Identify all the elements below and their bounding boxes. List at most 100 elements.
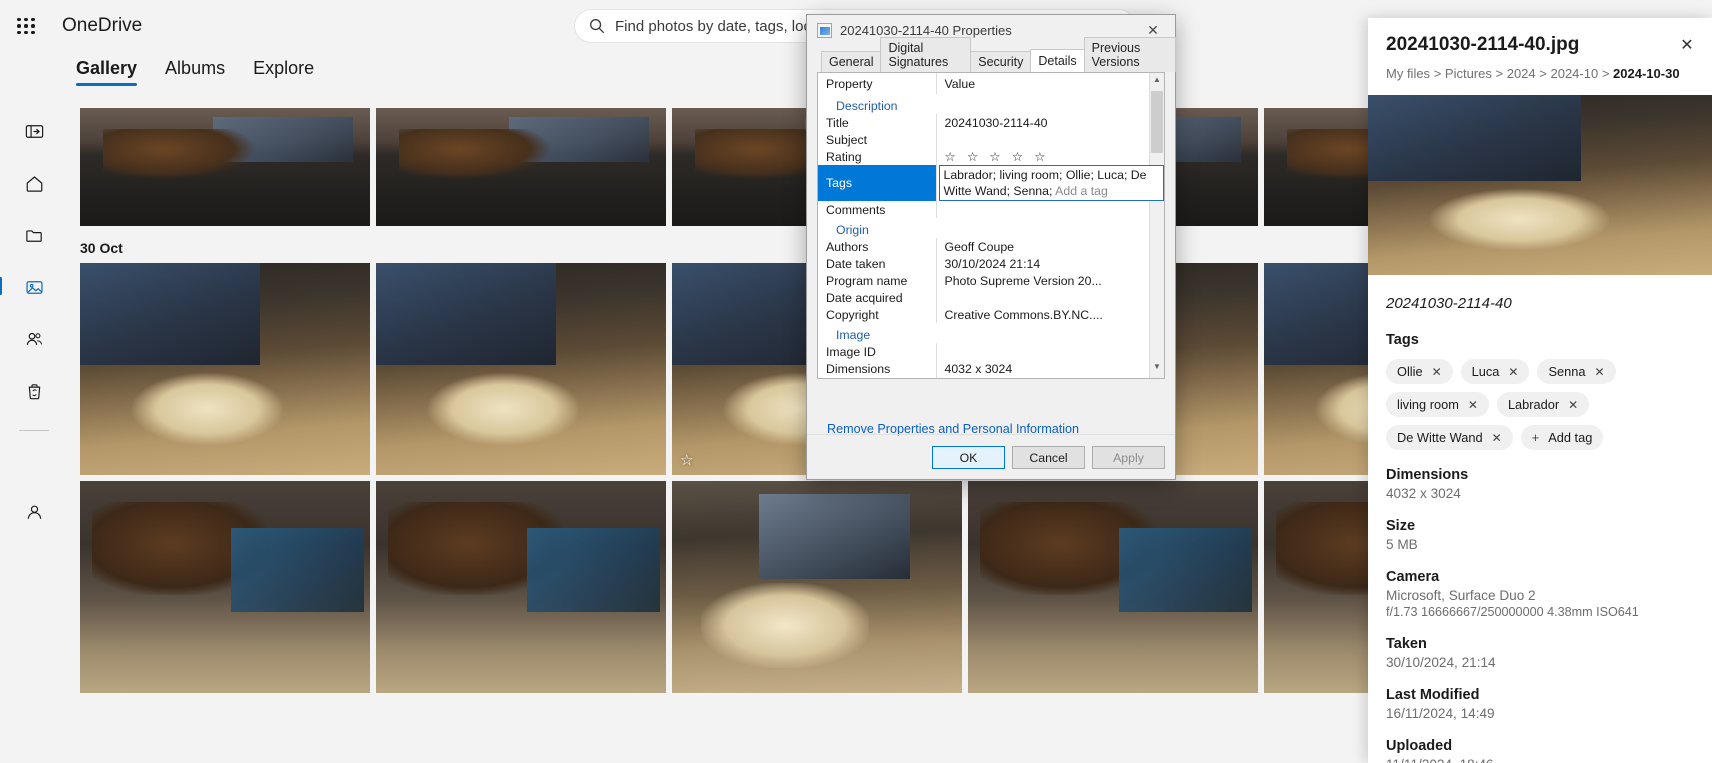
tags-placeholder[interactable]: Add a tag bbox=[1055, 184, 1108, 198]
photo-thumbnail[interactable] bbox=[80, 481, 370, 693]
sidebar-item-home[interactable] bbox=[14, 166, 54, 200]
table-row[interactable]: Dimensions 4032 x 3024 bbox=[818, 360, 1164, 377]
image-file-icon bbox=[817, 22, 832, 38]
star-outline-icon[interactable]: ☆ bbox=[680, 451, 693, 469]
scrollbar-thumb[interactable] bbox=[1151, 91, 1163, 153]
photo-thumbnail[interactable] bbox=[80, 263, 370, 475]
sidebar-item-account[interactable] bbox=[14, 495, 54, 529]
details-property-list[interactable]: Property Value Description Title 2024103… bbox=[817, 72, 1165, 379]
home-icon bbox=[26, 175, 42, 192]
photo-thumbnail[interactable] bbox=[672, 481, 962, 693]
photo-thumbnail[interactable] bbox=[80, 108, 370, 226]
close-panel-button[interactable]: ✕ bbox=[1672, 30, 1702, 60]
photos-icon bbox=[25, 280, 43, 294]
close-icon[interactable]: ✕ bbox=[1468, 398, 1478, 412]
prop-rating: Rating bbox=[818, 148, 937, 165]
tab-general[interactable]: General bbox=[821, 51, 882, 72]
tags-cell[interactable]: Labrador; living room; Ollie; Luca; De W… bbox=[936, 165, 1164, 201]
dialog-close-button[interactable]: ✕ bbox=[1131, 15, 1175, 45]
cancel-button[interactable]: Cancel bbox=[1012, 446, 1085, 469]
tab-explore[interactable]: Explore bbox=[253, 58, 314, 86]
tag-chip[interactable]: Senna ✕ bbox=[1537, 359, 1616, 384]
sidebar-item-my-files[interactable] bbox=[14, 218, 54, 252]
tag-chip[interactable]: Luca ✕ bbox=[1460, 359, 1530, 384]
table-row[interactable]: Copyright Creative Commons.BY.NC.... bbox=[818, 306, 1164, 323]
photo-thumbnail[interactable] bbox=[968, 481, 1258, 693]
breadcrumb-current[interactable]: 2024-10-30 bbox=[1613, 66, 1680, 81]
tab-security[interactable]: Security bbox=[970, 51, 1032, 72]
sidebar-item-toggle-nav[interactable] bbox=[14, 114, 54, 148]
add-tag-button[interactable]: + Add tag bbox=[1520, 425, 1604, 450]
tags-editor[interactable]: Labrador; living room; Ollie; Luca; De W… bbox=[938, 165, 1164, 201]
breadcrumb-item-2024-10[interactable]: 2024-10 bbox=[1550, 66, 1598, 81]
value-date-taken[interactable]: 30/10/2024 21:14 bbox=[936, 255, 1164, 272]
table-row[interactable]: Date acquired bbox=[818, 289, 1164, 306]
value-copyright[interactable]: Creative Commons.BY.NC.... bbox=[936, 306, 1164, 323]
tag-chip[interactable]: Labrador ✕ bbox=[1496, 392, 1590, 417]
date-group-label: 30 Oct bbox=[80, 240, 123, 256]
file-info-panel: 20241030-2114-40.jpg My files > Pictures… bbox=[1368, 18, 1712, 763]
table-row[interactable]: Title 20241030-2114-40 bbox=[818, 114, 1164, 131]
photo-preview[interactable] bbox=[1368, 95, 1712, 275]
prop-authors: Authors bbox=[818, 238, 937, 255]
value-dimensions[interactable]: 4032 x 3024 bbox=[936, 360, 1164, 377]
brand-name[interactable]: OneDrive bbox=[62, 15, 142, 37]
photo-thumbnail[interactable] bbox=[376, 108, 666, 226]
value-authors[interactable]: Geoff Coupe bbox=[936, 238, 1164, 255]
tab-digital-signatures[interactable]: Digital Signatures bbox=[880, 37, 972, 72]
value-program-name[interactable]: Photo Supreme Version 20... bbox=[936, 272, 1164, 289]
sidebar-item-shared[interactable] bbox=[14, 322, 54, 356]
value-subject[interactable] bbox=[936, 131, 1164, 148]
meta-value-uploaded: 11/11/2024, 18:46 bbox=[1386, 757, 1694, 763]
table-row[interactable]: Date taken 30/10/2024 21:14 bbox=[818, 255, 1164, 272]
breadcrumb-item-pictures[interactable]: Pictures bbox=[1445, 66, 1492, 81]
table-row[interactable]: Width 4032 pixels bbox=[818, 377, 1164, 378]
properties-dialog: 20241030-2114-40 Properties ✕ General Di… bbox=[806, 14, 1176, 480]
prop-tags[interactable]: Tags bbox=[818, 165, 937, 201]
tag-chip[interactable]: Ollie ✕ bbox=[1386, 359, 1453, 384]
breadcrumb-item-2024[interactable]: 2024 bbox=[1507, 66, 1536, 81]
info-panel-body: 20241030-2114-40 Tags Ollie ✕ Luca ✕ Sen… bbox=[1368, 275, 1712, 763]
close-icon[interactable]: ✕ bbox=[1432, 365, 1442, 379]
table-row[interactable]: Image ID bbox=[818, 343, 1164, 360]
ok-button[interactable]: OK bbox=[932, 446, 1005, 469]
tag-chip[interactable]: living room ✕ bbox=[1386, 392, 1489, 417]
scroll-up-icon[interactable]: ▲ bbox=[1151, 75, 1163, 89]
value-comments[interactable] bbox=[936, 201, 1164, 218]
breadcrumb-item-my-files[interactable]: My files bbox=[1386, 66, 1430, 81]
table-row[interactable]: Subject bbox=[818, 131, 1164, 148]
scroll-down-icon[interactable]: ▼ bbox=[1151, 362, 1163, 376]
sidebar-item-photos[interactable] bbox=[0, 270, 54, 304]
close-icon[interactable]: ✕ bbox=[1508, 365, 1518, 379]
tab-details[interactable]: Details bbox=[1030, 49, 1085, 72]
info-panel-header: 20241030-2114-40.jpg My files > Pictures… bbox=[1368, 18, 1712, 81]
app-launcher-icon[interactable] bbox=[8, 8, 44, 44]
value-width[interactable]: 4032 pixels bbox=[936, 377, 1164, 378]
close-icon[interactable]: ✕ bbox=[1595, 365, 1605, 379]
prop-program-name: Program name bbox=[818, 272, 937, 289]
tab-gallery[interactable]: Gallery bbox=[76, 58, 138, 86]
rating-stars[interactable]: ☆ ☆ ☆ ☆ ☆ bbox=[936, 148, 1164, 165]
table-row[interactable]: Comments bbox=[818, 201, 1164, 218]
group-header-description: Description bbox=[818, 94, 1164, 114]
close-icon[interactable]: ✕ bbox=[1492, 431, 1502, 445]
value-title[interactable]: 20241030-2114-40 bbox=[936, 114, 1164, 131]
table-row[interactable]: Authors Geoff Coupe bbox=[818, 238, 1164, 255]
apply-button[interactable]: Apply bbox=[1092, 446, 1165, 469]
table-row[interactable]: Program name Photo Supreme Version 20... bbox=[818, 272, 1164, 289]
table-row-tags[interactable]: Tags Labrador; living room; Ollie; Luca;… bbox=[818, 165, 1164, 201]
details-scrollbar[interactable]: ▲ ▼ bbox=[1149, 73, 1164, 378]
tab-albums[interactable]: Albums bbox=[165, 58, 225, 86]
group-header-image: Image bbox=[818, 323, 1164, 343]
close-icon[interactable]: ✕ bbox=[1568, 398, 1578, 412]
value-image-id[interactable] bbox=[936, 343, 1164, 360]
tag-chip[interactable]: De Witte Wand ✕ bbox=[1386, 425, 1513, 450]
photo-thumbnail[interactable] bbox=[376, 263, 666, 475]
file-name-label: 20241030-2114-40 bbox=[1386, 295, 1512, 312]
folder-icon bbox=[25, 229, 42, 242]
group-label: Origin bbox=[836, 223, 869, 237]
photo-thumbnail[interactable] bbox=[376, 481, 666, 693]
table-row[interactable]: Rating ☆ ☆ ☆ ☆ ☆ bbox=[818, 148, 1164, 165]
sidebar-item-recycle-bin[interactable] bbox=[14, 374, 54, 408]
value-date-acquired[interactable] bbox=[936, 289, 1164, 306]
